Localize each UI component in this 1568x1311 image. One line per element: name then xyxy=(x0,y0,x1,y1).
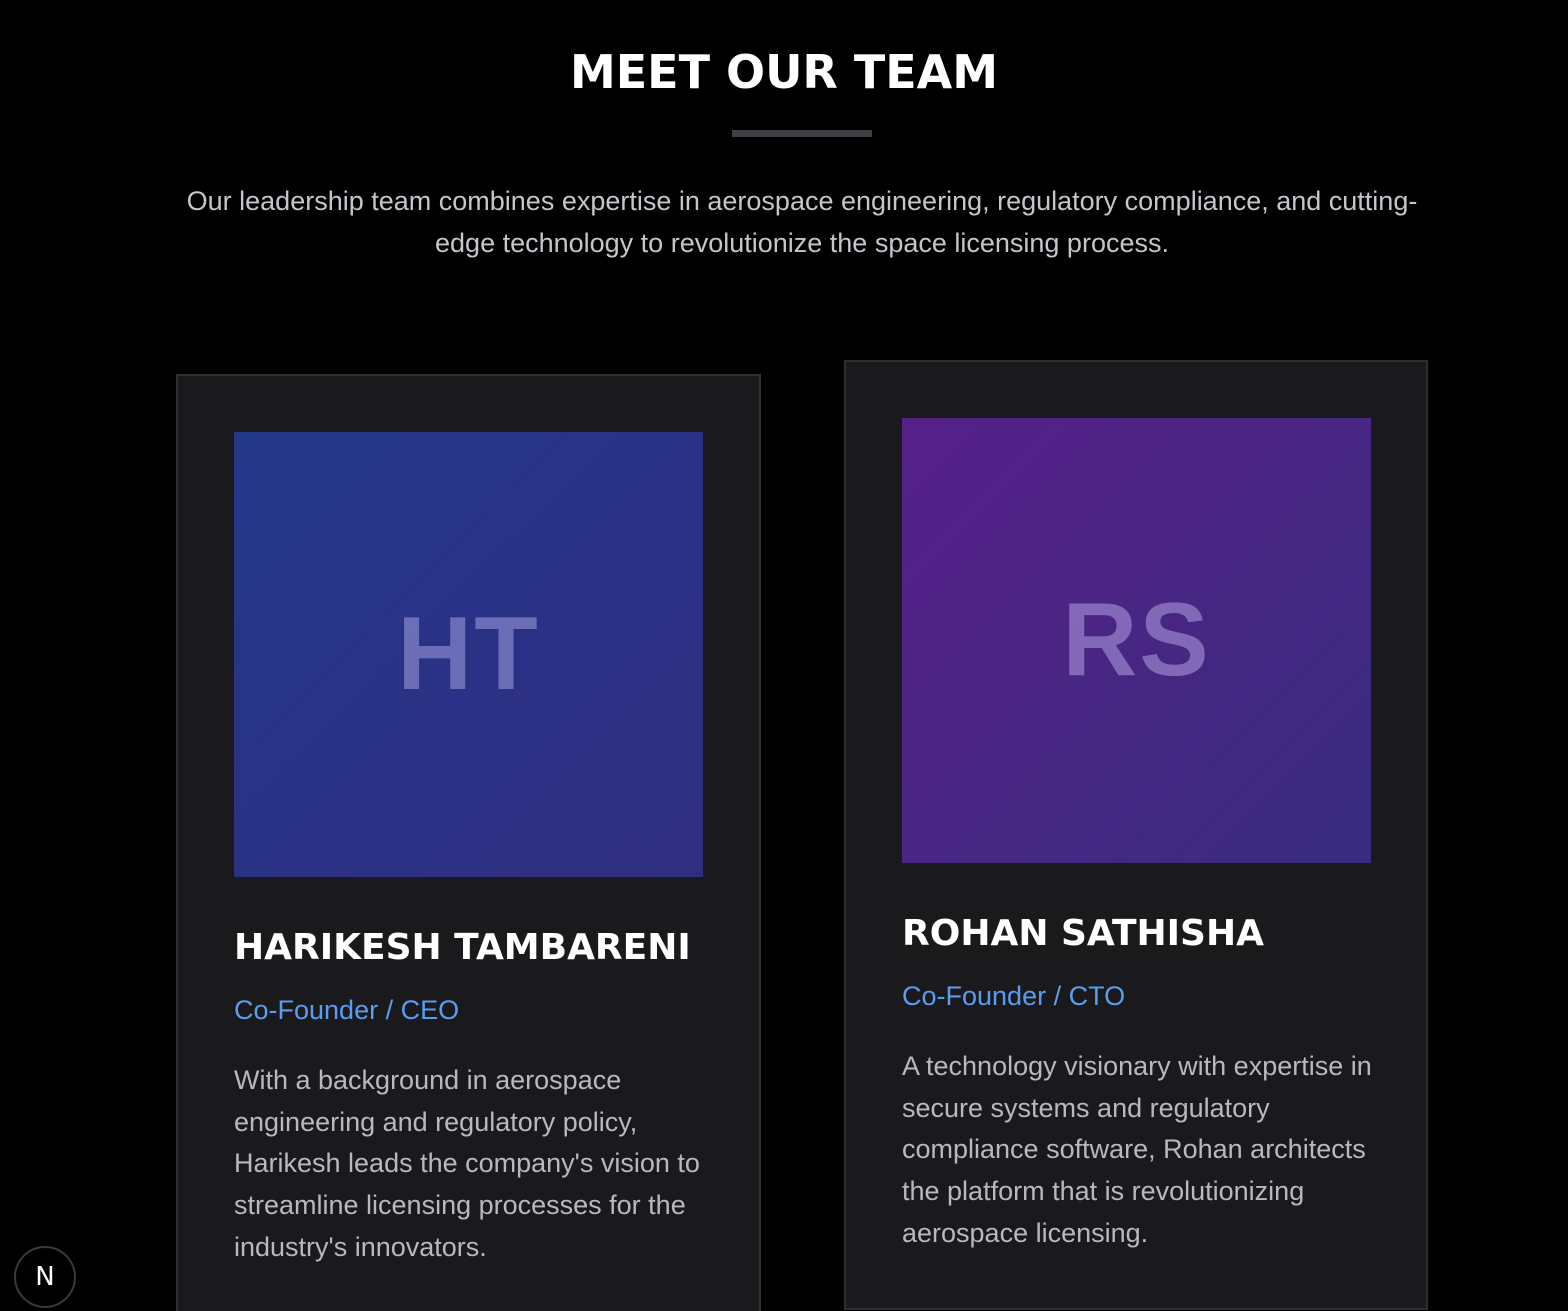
team-card-harikesh: HT HARIKESH TAMBARENI Co-Founder / CEO W… xyxy=(176,374,761,1311)
avatar-placeholder: HT xyxy=(234,432,703,877)
member-role: Co-Founder / CEO xyxy=(234,995,460,1025)
member-role: Co-Founder / CTO xyxy=(902,981,1126,1011)
title-divider xyxy=(732,130,872,137)
nextjs-logo-icon[interactable]: N xyxy=(14,1246,76,1308)
avatar-initials: RS xyxy=(1062,582,1211,698)
team-section: MEET OUR TEAM Our leadership team combin… xyxy=(0,0,1568,1311)
avatar-initials: HT xyxy=(397,596,540,712)
team-card-rohan: RS ROHAN SATHISHA Co-Founder / CTO A tec… xyxy=(844,360,1428,1310)
avatar-placeholder: RS xyxy=(902,418,1371,863)
member-name: ROHAN SATHISHA xyxy=(902,913,1264,954)
member-bio: A technology visionary with expertise in… xyxy=(902,1051,1372,1248)
section-intro: Our leadership team combines expertise i… xyxy=(186,186,1418,258)
member-name: HARIKESH TAMBARENI xyxy=(234,927,691,968)
section-title: MEET OUR TEAM xyxy=(569,45,999,99)
member-bio: With a background in aerospace engineeri… xyxy=(234,1065,700,1262)
dev-badge-label: N xyxy=(35,1262,55,1292)
